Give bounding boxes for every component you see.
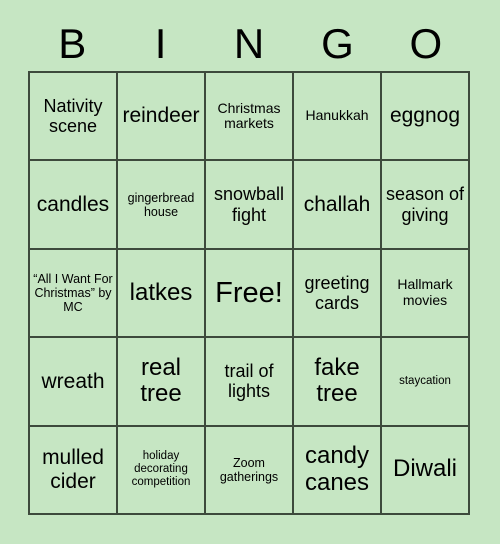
- bingo-cell-label: greeting cards: [304, 272, 370, 313]
- bingo-cell[interactable]: Diwali: [382, 426, 470, 515]
- bingo-cell[interactable]: latkes: [118, 249, 206, 339]
- bingo-cell-label: Hanukkah: [305, 107, 369, 124]
- bingo-cell[interactable]: holiday decorating competition: [118, 426, 206, 515]
- bingo-cell[interactable]: mulled cider: [30, 426, 118, 515]
- bingo-header: B I N G O: [28, 16, 470, 71]
- bingo-cell[interactable]: season of giving: [382, 161, 470, 250]
- bingo-cell[interactable]: “All I Want For Christmas” by MC: [30, 249, 118, 339]
- bingo-cell-label: Christmas markets: [217, 99, 281, 132]
- bingo-cell[interactable]: greeting cards: [294, 249, 382, 339]
- bingo-cell[interactable]: gingerbread house: [118, 161, 206, 250]
- bingo-cell[interactable]: fake tree: [294, 338, 382, 427]
- header-letter-o: O: [409, 19, 443, 67]
- header-letter-g: G: [321, 19, 354, 67]
- bingo-cell[interactable]: snowball fight: [206, 161, 294, 250]
- bingo-cell-label: mulled cider: [42, 446, 104, 493]
- bingo-card: B I N G O Nativity scene reindeer Christma…: [0, 0, 500, 544]
- bingo-cell[interactable]: eggnog: [382, 73, 470, 162]
- header-letter-n: N: [233, 19, 265, 67]
- header-letter-b: B: [58, 19, 87, 67]
- bingo-cell[interactable]: trail of lights: [206, 338, 294, 427]
- bingo-cell[interactable]: Hanukkah: [294, 73, 382, 162]
- bingo-cell[interactable]: wreath: [30, 338, 118, 427]
- bingo-cell[interactable]: challah: [294, 161, 382, 250]
- bingo-cell-free-space[interactable]: Free!: [206, 249, 294, 339]
- bingo-cell[interactable]: Nativity scene: [30, 73, 118, 162]
- bingo-cell-label: Zoom gatherings: [219, 455, 279, 484]
- bingo-cell-label: reindeer: [122, 104, 200, 128]
- bingo-cell-label: staycation: [399, 374, 451, 387]
- bingo-cell-label: season of giving: [385, 184, 465, 225]
- bingo-cell-label: wreath: [41, 369, 105, 393]
- bingo-cell-label: gingerbread house: [127, 190, 195, 219]
- bingo-cell-label: Nativity scene: [43, 96, 103, 137]
- bingo-cell-label: fake tree: [314, 353, 360, 408]
- bingo-cell[interactable]: Hallmark movies: [382, 249, 470, 339]
- bingo-cell[interactable]: staycation: [382, 338, 470, 427]
- bingo-cell-label: “All I Want For Christmas” by MC: [33, 271, 113, 314]
- bingo-cell-label: eggnog: [389, 104, 461, 128]
- bingo-cell-label: candy canes: [304, 441, 370, 496]
- bingo-cell[interactable]: reindeer: [118, 73, 206, 162]
- bingo-cell-label: challah: [303, 192, 371, 216]
- bingo-cell[interactable]: candy canes: [294, 426, 382, 515]
- bingo-cell[interactable]: Zoom gatherings: [206, 426, 294, 515]
- bingo-cell-label: candles: [36, 192, 110, 216]
- bingo-cell-label: real tree: [140, 353, 182, 408]
- bingo-cell-label: snowball fight: [213, 184, 285, 225]
- bingo-grid: Nativity scene reindeer Christmas markets H…: [28, 71, 470, 515]
- bingo-cell-label: Hallmark movies: [397, 276, 453, 308]
- header-letter-i: I: [154, 19, 167, 67]
- bingo-cell-label: Free!: [215, 276, 283, 309]
- bingo-cell-label: latkes: [129, 278, 193, 306]
- bingo-cell-label: trail of lights: [224, 361, 274, 402]
- bingo-cell[interactable]: real tree: [118, 338, 206, 427]
- bingo-cell-label: Diwali: [392, 455, 457, 483]
- bingo-cell-label: holiday decorating competition: [131, 450, 191, 489]
- bingo-cell[interactable]: Christmas markets: [206, 73, 294, 162]
- bingo-cell[interactable]: candles: [30, 161, 118, 250]
